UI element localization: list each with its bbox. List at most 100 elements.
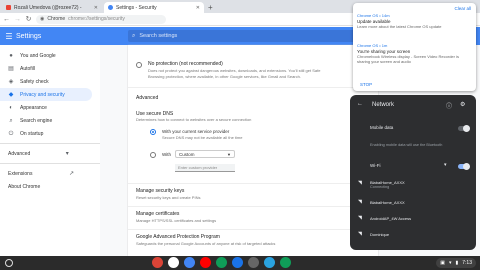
divider: [0, 163, 100, 164]
clear-all-button[interactable]: Clear all: [454, 6, 471, 11]
manage-keys-title[interactable]: Manage security keys: [136, 188, 184, 194]
no-protection-radio[interactable]: [136, 62, 142, 68]
notification-update[interactable]: Chrome OS • 14m Update available Learn m…: [357, 13, 472, 30]
omnibox[interactable]: ◉ Chrome chrome://settings/security: [36, 14, 166, 24]
sidebar-item-about-chrome[interactable]: About Chrome: [0, 180, 100, 193]
sidebar-item-search-engine[interactable]: ⌕ Search engine: [0, 114, 100, 127]
no-protection-desc: Does not protect you against dangerous w…: [148, 68, 321, 73]
custom-provider-radio[interactable]: [150, 152, 156, 158]
sidebar-item-label: Appearance: [20, 104, 47, 111]
custom-provider-select[interactable]: Custom ▼: [175, 150, 235, 158]
reload-icon[interactable]: ↻: [25, 15, 32, 23]
select-value: Custom: [179, 151, 195, 157]
gapp-title[interactable]: Google Advanced Protection Program: [136, 234, 220, 240]
sidebar-item-on-startup[interactable]: ⏻ On startup: [0, 127, 100, 140]
sidebar-item-privacy-and-security[interactable]: ◆ Privacy and security: [0, 88, 92, 101]
input-placeholder: Enter custom provider: [178, 165, 218, 170]
sidebar-item-safety-check[interactable]: ◈ Safety check: [0, 75, 100, 88]
divider: [128, 87, 378, 88]
files-icon[interactable]: [232, 257, 243, 268]
search-input[interactable]: ⌕ Search settings: [128, 30, 368, 42]
chevron-down-icon: ▼: [227, 151, 231, 157]
back-icon[interactable]: ←: [3, 16, 10, 23]
notification-screen-share[interactable]: Chrome OS • 1m You're sharing your scree…: [357, 43, 472, 64]
play-store-icon[interactable]: [216, 257, 227, 268]
screen-capture-icon: ▣: [440, 260, 445, 266]
notification-message: Chromebook Wireless display - Screen Vid…: [357, 54, 459, 64]
person-icon: ●: [9, 52, 13, 59]
telegram-icon[interactable]: [264, 257, 275, 268]
close-tab-icon[interactable]: ✕: [94, 5, 98, 11]
pinned-apps: [152, 257, 291, 268]
sidebar-item-advanced[interactable]: Advanced ▾: [0, 147, 100, 160]
mobile-data-toggle[interactable]: [458, 125, 470, 132]
divider: [128, 183, 378, 184]
autofill-icon: ▤: [8, 65, 14, 72]
youtube-favicon-icon: [6, 5, 11, 10]
tab-rozali[interactable]: Rozali Umedova (@rozee72) - ✕: [2, 2, 102, 13]
drive-icon[interactable]: [280, 257, 291, 268]
youtube-icon[interactable]: [200, 257, 211, 268]
gmail-icon[interactable]: [168, 257, 179, 268]
forward-icon[interactable]: →: [14, 16, 21, 23]
sidebar-item-you-and-google[interactable]: ● You and Google: [0, 49, 100, 62]
network-name[interactable]: BlabalHome_AXXX: [370, 200, 405, 205]
gapp-desc: Safeguards the personal Google Accounts …: [136, 241, 276, 246]
sidebar-item-label: Advanced: [8, 150, 31, 157]
page-title: Settings: [16, 32, 42, 40]
sidebar-item-appearance[interactable]: ◐ Appearance: [0, 101, 100, 114]
search-placeholder: Search settings: [139, 33, 178, 39]
notification-source: Chrome OS • 1m: [357, 43, 388, 48]
camera-icon[interactable]: [248, 257, 259, 268]
no-protection-title: No protection (not recommended): [148, 61, 223, 67]
chrome-icon[interactable]: [152, 257, 163, 268]
launcher-icon[interactable]: [5, 259, 13, 267]
sidebar-item-autofill[interactable]: ▤ Autofill: [0, 62, 100, 75]
manage-certs-title[interactable]: Manage certificates: [136, 211, 179, 217]
network-title: Network: [372, 102, 395, 108]
sidebar-item-label: About Chrome: [8, 183, 41, 190]
sidebar-item-label: Extensions: [8, 170, 33, 177]
tab-settings[interactable]: Settings - Security ✕: [104, 2, 204, 13]
settings-favicon-icon: [108, 5, 113, 10]
stop-sharing-button[interactable]: STOP: [360, 82, 372, 87]
info-icon[interactable]: ⓘ: [446, 101, 452, 110]
current-provider-radio[interactable]: [150, 129, 156, 135]
wifi-toggle[interactable]: [458, 163, 470, 170]
search-icon: ⌕: [9, 117, 13, 124]
manage-certs-desc: Manage HTTPS/SSL certificates and settin…: [136, 218, 217, 223]
wifi-signal-icon: ◥: [358, 231, 362, 237]
back-arrow-icon[interactable]: ←: [357, 101, 363, 107]
network-name[interactable]: Dominique: [370, 232, 389, 237]
battery-icon: ▮: [455, 260, 459, 266]
network-name[interactable]: AndroidAP_4W Access: [370, 216, 411, 221]
new-tab-button[interactable]: +: [208, 3, 213, 12]
status-tray[interactable]: ▣ ▾ ▮ 7:13: [436, 258, 476, 268]
tab-label: Rozali Umedova (@rozee72) -: [14, 4, 82, 11]
manage-keys-desc: Reset security keys and create PINs: [136, 195, 201, 200]
sidebar-item-label: On startup: [20, 130, 44, 137]
close-tab-icon[interactable]: ✕: [196, 5, 200, 11]
divider: [128, 206, 378, 207]
sidebar-item-label: Search engine: [20, 117, 53, 124]
with-label: With: [162, 152, 171, 157]
settings-sidebar: ● You and Google ▤ Autofill ◈ Safety check …: [0, 45, 100, 256]
omnibox-prefix: Chrome: [47, 16, 66, 22]
divider: [128, 229, 378, 230]
sidebar-item-extensions[interactable]: Extensions ↗: [0, 167, 100, 180]
hamburger-menu-icon[interactable]: ☰: [2, 32, 16, 41]
no-protection-desc: Browsing protection, where available, in…: [148, 74, 301, 79]
shield-check-icon: ◈: [8, 78, 14, 85]
power-icon: ⏻: [8, 130, 14, 137]
docs-icon[interactable]: [184, 257, 195, 268]
gear-icon[interactable]: ⚙: [460, 101, 465, 108]
network-status: Connecting: [370, 185, 390, 189]
open-external-icon: ↗: [68, 170, 74, 177]
current-provider-desc: Secure DNS may not be available all the …: [162, 135, 243, 140]
security-card: No protection (not recommended) Does not…: [128, 45, 378, 256]
palette-icon: ◐: [9, 104, 13, 111]
wifi-signal-icon: ◥: [358, 215, 362, 221]
current-provider-label: With your current service provider: [162, 129, 230, 134]
custom-provider-input[interactable]: Enter custom provider: [175, 164, 235, 172]
omnibox-url: chrome://settings/security: [68, 16, 125, 22]
